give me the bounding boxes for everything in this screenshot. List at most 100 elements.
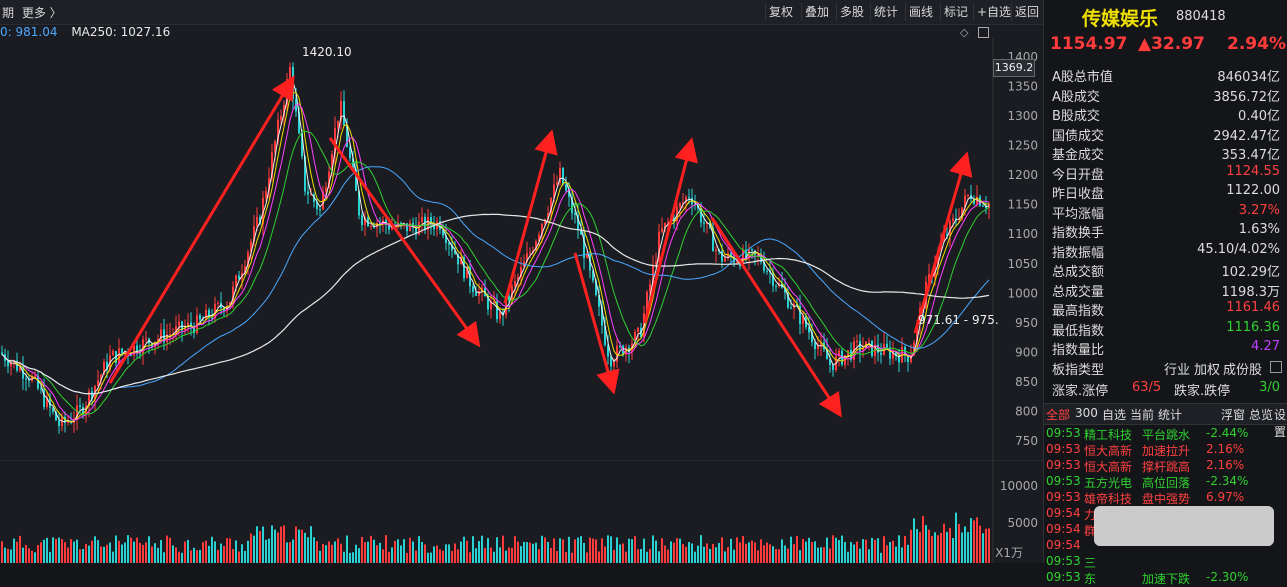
volume-bar bbox=[271, 525, 273, 563]
volume-bar bbox=[637, 549, 639, 563]
volume-chart[interactable]: 10000 5000 X1万 bbox=[0, 460, 1043, 563]
volume-bar bbox=[238, 551, 240, 563]
stat-row: 平均涨幅 3.27% bbox=[1052, 203, 1280, 222]
tab-all[interactable]: 全部 bbox=[1046, 406, 1070, 423]
tab-current[interactable]: 当前 bbox=[1130, 406, 1154, 423]
volume-bar bbox=[778, 549, 780, 563]
volume-bar bbox=[109, 542, 111, 563]
volume-bar bbox=[874, 539, 876, 563]
stat-row: 指数换手 1.63% bbox=[1052, 222, 1280, 241]
volume-bar bbox=[145, 542, 147, 563]
tab-watchlist[interactable]: 自选 bbox=[1102, 406, 1126, 423]
sector-weighted-link[interactable]: 加权 bbox=[1194, 359, 1220, 378]
news-item[interactable]: 09:53 恒大高新 撑杆跳高 2.16% bbox=[1046, 458, 1286, 474]
more-menu[interactable]: 更多 〉 bbox=[22, 6, 62, 20]
price-row: 1154.97 ▲32.97 2.94% bbox=[1050, 34, 1286, 56]
volume-bar bbox=[868, 549, 870, 563]
period-label[interactable]: 期 bbox=[2, 6, 14, 20]
stat-row: 指数量比 4.27 bbox=[1052, 339, 1280, 358]
panel-toggle-icon[interactable] bbox=[978, 27, 989, 38]
candle-body bbox=[871, 340, 873, 356]
news-stock: 东 bbox=[1084, 572, 1097, 586]
volume-bar bbox=[520, 546, 522, 563]
stat-row: 总成交额 102.29亿 bbox=[1052, 261, 1280, 280]
volume-bar bbox=[37, 545, 39, 563]
ma-legend: 0: 981.04 MA250: 1027.16 bbox=[0, 25, 180, 39]
statistics-button[interactable]: 统计 bbox=[870, 3, 901, 21]
volume-bar bbox=[886, 545, 888, 563]
draw-line-button[interactable]: 画线 bbox=[905, 3, 936, 21]
volume-bar bbox=[70, 539, 72, 563]
candle-body bbox=[499, 311, 501, 320]
news-item[interactable]: 09:53 雄帝科技 盘中强势 6.97% bbox=[1046, 490, 1286, 506]
news-item[interactable]: 09:53 恒大高新 加速拉升 2.16% bbox=[1046, 442, 1286, 458]
trend-arrow bbox=[913, 151, 973, 334]
volume-axis-label: 5000 bbox=[1007, 516, 1038, 530]
volume-bar bbox=[823, 547, 825, 563]
candle-body bbox=[814, 342, 816, 350]
volume-bar bbox=[802, 538, 804, 563]
sector-industry-link[interactable]: 行业 bbox=[1164, 359, 1190, 378]
volume-bar bbox=[274, 529, 276, 563]
volume-bar bbox=[745, 543, 747, 563]
tab-float-window[interactable]: 浮窗 bbox=[1221, 406, 1245, 423]
news-item[interactable]: 09:53 精工科技 平台跳水 -2.44% bbox=[1046, 426, 1286, 442]
candle-body bbox=[967, 194, 969, 196]
tab-statistics[interactable]: 统计 bbox=[1158, 406, 1182, 423]
volume-bar bbox=[982, 533, 984, 563]
period-menu[interactable]: 期 更多 〉 bbox=[2, 4, 62, 21]
volume-bar bbox=[967, 532, 969, 563]
stat-row: 基金成交 353.47亿 bbox=[1052, 144, 1280, 163]
volume-bar bbox=[862, 539, 864, 563]
candle-body bbox=[586, 254, 588, 258]
chart-area[interactable]: 期 更多 〉 复权 叠加 多股 统计 画线 标记 +自选 返回 0: 981.0… bbox=[0, 0, 1043, 563]
volume-bar bbox=[361, 536, 363, 563]
overlay-button[interactable]: 叠加 bbox=[801, 3, 832, 21]
candle-body bbox=[217, 302, 219, 304]
volume-bar bbox=[208, 545, 210, 563]
volume-bar bbox=[79, 549, 81, 563]
news-item[interactable]: 09:53 五方光电 高位回落 -2.34% bbox=[1046, 474, 1286, 490]
volume-bar bbox=[670, 541, 672, 563]
sector-constituents-link[interactable]: 成份股 bbox=[1223, 359, 1262, 378]
volume-bar bbox=[13, 538, 15, 563]
stat-label: B股成交 bbox=[1052, 109, 1100, 124]
candle-body bbox=[130, 355, 132, 357]
volume-bar bbox=[250, 533, 252, 563]
add-watchlist-button[interactable]: +自选 bbox=[973, 3, 1014, 21]
volume-bar bbox=[712, 543, 714, 563]
volume-bar bbox=[349, 552, 351, 563]
volume-bar bbox=[709, 548, 711, 563]
news-item[interactable]: 09:53 东 加速下跌 -2.30% bbox=[1046, 570, 1286, 586]
volume-bar bbox=[634, 536, 636, 563]
grid-icon[interactable] bbox=[1270, 361, 1282, 373]
mark-button[interactable]: 标记 bbox=[940, 3, 971, 21]
volume-bar bbox=[829, 548, 831, 563]
volume-bar bbox=[814, 541, 816, 563]
volume-bar bbox=[202, 542, 204, 563]
tab-300[interactable]: 300 bbox=[1075, 406, 1098, 420]
tab-overview[interactable]: 总览 bbox=[1249, 406, 1273, 423]
multi-stock-button[interactable]: 多股 bbox=[836, 3, 867, 21]
back-button[interactable]: 返回 bbox=[1011, 3, 1042, 21]
stat-value: 1198.3万 bbox=[1221, 284, 1281, 300]
volume-bar bbox=[64, 542, 66, 563]
volume-bar bbox=[313, 537, 315, 563]
volume-bar bbox=[691, 543, 693, 563]
volume-bar bbox=[436, 545, 438, 563]
volume-bar bbox=[10, 549, 12, 563]
volume-bar bbox=[583, 542, 585, 563]
volume-bar bbox=[7, 548, 9, 563]
volume-bar bbox=[169, 537, 171, 563]
volume-bar bbox=[835, 537, 837, 563]
volume-bar bbox=[532, 543, 534, 563]
volume-bar bbox=[766, 542, 768, 563]
volume-bar bbox=[463, 536, 465, 563]
volume-bar bbox=[496, 537, 498, 563]
stat-value: 353.47亿 bbox=[1221, 148, 1281, 163]
restore-rights-button[interactable]: 复权 bbox=[765, 3, 796, 21]
volume-bar bbox=[481, 535, 483, 563]
volume-bar bbox=[295, 526, 297, 563]
news-item[interactable]: 09:53 三 bbox=[1046, 554, 1286, 570]
candlestick-chart[interactable]: 1400135013001250120011501100105010009509… bbox=[0, 38, 1043, 460]
